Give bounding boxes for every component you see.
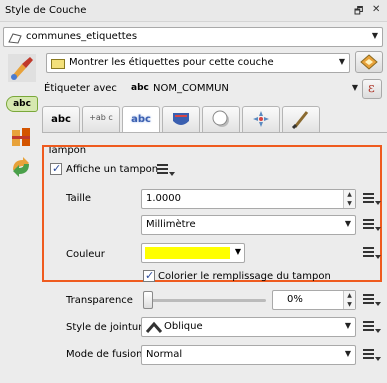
chevron-down-icon: ▼ [351, 83, 358, 92]
color-swatch [145, 247, 230, 259]
tab-shadow[interactable] [202, 106, 240, 132]
label-field-select[interactable]: abc NOM_COMMUN ▼ [123, 79, 362, 99]
background-shield-icon [173, 113, 189, 125]
tab-text[interactable]: abc [42, 106, 80, 132]
close-button[interactable]: ✕ [372, 4, 380, 15]
chevron-down-icon: ▼ [344, 349, 351, 358]
join-style-select[interactable]: Oblique ▼ [141, 317, 356, 337]
spin-arrows[interactable]: ▲ ▼ [343, 190, 355, 208]
transparency-label: Transparence [66, 295, 133, 306]
tab-rendering[interactable] [282, 106, 320, 132]
fill-buffer-label: Colorier le remplissage du tampon [158, 271, 331, 282]
size-spinbox[interactable]: 1.0000 ▲ ▼ [141, 189, 356, 209]
chevron-down-icon: ▼ [344, 219, 351, 228]
vector-layer-icon [8, 33, 22, 44]
field-type-icon: abc [131, 83, 149, 93]
blend-mode-value: Normal [146, 349, 183, 360]
blend-mode-label: Mode de fusion [66, 349, 143, 360]
join-style-value: Oblique [164, 321, 203, 332]
draw-buffer-checkbox[interactable]: ✓ [50, 162, 62, 175]
tab-placement[interactable] [242, 106, 280, 132]
placement-icon [253, 111, 269, 127]
label-rules-button[interactable] [355, 51, 383, 73]
labels-tab-icon[interactable]: abc [6, 96, 38, 112]
data-defined-icon[interactable] [361, 190, 383, 208]
formatting-tab-label: +ab c [89, 113, 113, 122]
window-title: Style de Couche [5, 5, 87, 16]
shadow-icon [212, 110, 229, 127]
color-button[interactable]: ▼ [141, 243, 245, 263]
symbology-brush-icon[interactable] [8, 54, 36, 82]
chevron-down-icon: ▼ [234, 247, 241, 256]
label-with-label: Étiqueter avec [44, 83, 117, 94]
draw-buffer-label: Affiche un tampon [66, 164, 159, 175]
chevron-down-icon: ▼ [344, 321, 351, 330]
label-settings-tabs: abc +ab c abc [42, 106, 382, 133]
data-defined-icon[interactable] [361, 216, 383, 234]
size-value: 1.0000 [146, 193, 181, 204]
blend-mode-select[interactable]: Normal ▼ [141, 345, 356, 365]
size-unit-select[interactable]: Millimètre ▼ [141, 215, 356, 235]
color-label: Couleur [66, 249, 105, 260]
check-icon: ✓ [145, 269, 155, 282]
label-mode-select[interactable]: Montrer les étiquettes pour cette couche… [46, 53, 350, 73]
transparency-slider-track[interactable] [144, 299, 266, 302]
text-tab-label: abc [51, 114, 71, 125]
epsilon-icon: ε [368, 81, 375, 96]
join-style-label: Style de jointure [66, 322, 149, 333]
label-icon [51, 59, 65, 69]
spin-arrows[interactable]: ▲ ▼ [343, 291, 355, 309]
labels-tab-label: abc [13, 99, 31, 109]
chevron-down-icon: ▼ [371, 31, 378, 40]
size-unit-value: Millimètre [146, 219, 196, 230]
data-defined-icon[interactable] [155, 161, 177, 179]
data-defined-icon[interactable] [361, 291, 383, 309]
layer-select[interactable]: communes_etiquettes ▼ [3, 27, 383, 47]
buffer-tab-label: abc [131, 114, 151, 125]
rendering-brush-icon [291, 111, 309, 130]
expression-button[interactable]: ε [362, 79, 382, 99]
fields-icon[interactable] [10, 126, 32, 148]
float-button[interactable]: 🗗 [354, 4, 363, 21]
chevron-down-icon: ▼ [338, 57, 345, 66]
tab-background[interactable] [162, 106, 200, 132]
check-icon: ✓ [52, 162, 62, 175]
transparency-value: 0% [287, 294, 303, 305]
joins-icon[interactable] [10, 156, 32, 178]
layer-select-value: communes_etiquettes [26, 31, 138, 42]
title-bar: Style de Couche 🗗 ✕ [0, 0, 387, 22]
tab-buffer[interactable]: abc [122, 106, 160, 133]
data-defined-icon[interactable] [361, 244, 383, 262]
transparency-slider-handle[interactable] [143, 291, 153, 309]
tab-formatting[interactable]: +ab c [82, 106, 120, 132]
label-field-value: NOM_COMMUN [153, 83, 229, 94]
transparency-spinbox[interactable]: 0% ▲ ▼ [272, 290, 356, 310]
data-defined-icon[interactable] [361, 346, 383, 364]
size-label: Taille [66, 193, 92, 204]
label-mode-value: Montrer les étiquettes pour cette couche [69, 57, 274, 68]
fill-buffer-checkbox[interactable]: ✓ [143, 269, 155, 282]
join-miter-icon [146, 321, 162, 333]
data-defined-icon[interactable] [361, 318, 383, 336]
rules-diamond-icon [360, 54, 378, 70]
